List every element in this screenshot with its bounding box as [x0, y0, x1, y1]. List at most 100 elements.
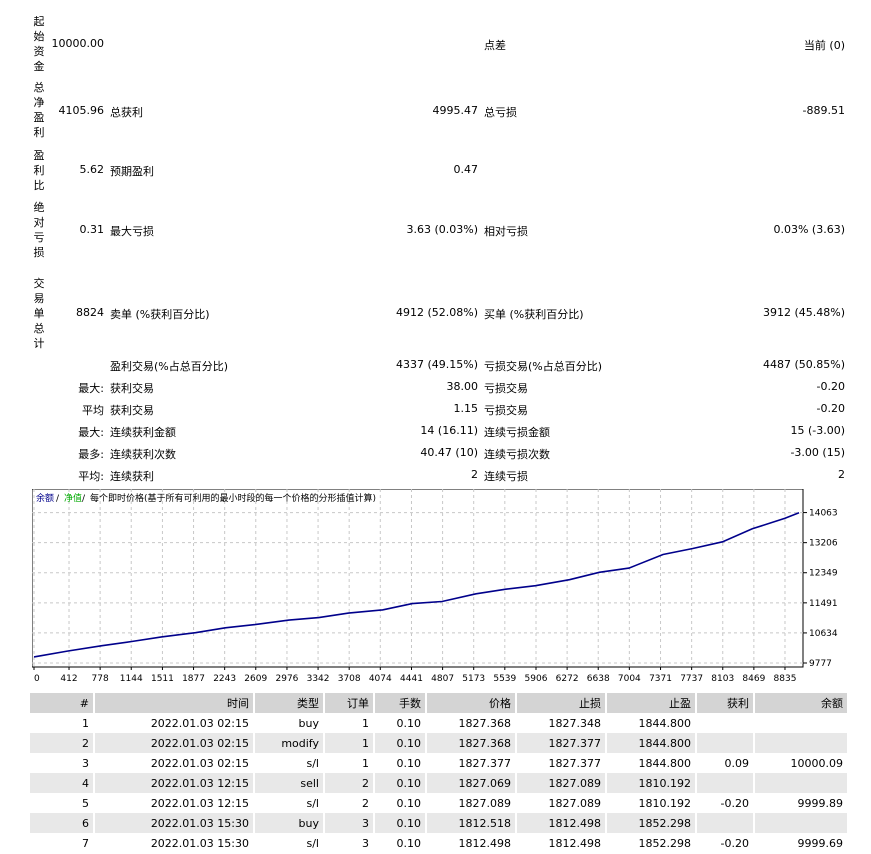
- table-cell: 1827.377: [516, 753, 607, 773]
- column-header[interactable]: 止损: [516, 693, 607, 713]
- y-tick-label: 12349: [809, 569, 838, 579]
- column-header[interactable]: 价格: [426, 693, 517, 713]
- y-tick-label: 14063: [809, 509, 838, 519]
- avg-consec-loss-label: 连续亏损: [484, 470, 528, 483]
- table-cell: 2022.01.03 12:15: [94, 793, 255, 813]
- table-cell: 1844.800: [606, 753, 697, 773]
- x-tick-label: 2976: [276, 674, 299, 684]
- table-cell: 2022.01.03 02:15: [94, 753, 255, 773]
- largest-loss-label: 亏损交易: [484, 382, 528, 395]
- x-tick-label: 778: [92, 674, 109, 684]
- long-positions-value: 3912 (45.48%): [762, 306, 845, 319]
- x-tick-label: 5539: [493, 674, 516, 684]
- max-consec-amount-prefix: 最大:: [78, 426, 104, 439]
- x-tick-label: 1511: [151, 674, 174, 684]
- legend-equity: 净值: [64, 492, 82, 504]
- x-tick-label: 412: [60, 674, 77, 684]
- table-cell: [754, 713, 849, 733]
- column-header[interactable]: 手数: [374, 693, 427, 713]
- column-header[interactable]: 止盈: [606, 693, 697, 713]
- gross-profit-label: 总获利: [110, 106, 143, 119]
- y-tick-label: 9777: [809, 659, 832, 669]
- y-tick-label: 11491: [809, 599, 838, 609]
- balance-chart-svg: 余额 / 净值 / 每个即时价格(基于所有可利用的最小时段的每一个价格的分形插值…: [31, 488, 838, 684]
- plot-area: [31, 488, 804, 668]
- max-consec-amount-profit-value: 14 (16.11): [420, 424, 478, 437]
- max-consec-count-profit-label: 连续获利次数: [110, 448, 176, 461]
- column-header[interactable]: 类型: [254, 693, 325, 713]
- average-loss-value: -0.20: [816, 402, 845, 415]
- table-row[interactable]: 4 2022.01.03 12:15 sell 2 0.10 1827.069 1827.0…: [30, 773, 849, 793]
- table-cell: 5: [30, 793, 95, 813]
- table-cell: [696, 733, 755, 753]
- x-tick-label: 4441: [400, 674, 423, 684]
- column-header[interactable]: 订单: [324, 693, 375, 713]
- table-row[interactable]: 7 2022.01.03 15:30 s/l 3 0.10 1812.498 1812.49…: [30, 833, 849, 853]
- x-tick-label: 7004: [618, 674, 641, 684]
- x-tick-label: 8103: [711, 674, 734, 684]
- profit-factor-value: 5.62: [79, 163, 105, 176]
- table-cell: [696, 813, 755, 833]
- x-tick-label: 8835: [774, 674, 797, 684]
- table-cell: 1827.368: [426, 733, 517, 753]
- x-tick-label: 5906: [525, 674, 548, 684]
- table-row[interactable]: 3 2022.01.03 02:15 s/l 1 0.10 1827.377 1827.37…: [30, 753, 849, 773]
- table-cell: 1827.089: [516, 793, 607, 813]
- column-header[interactable]: #: [30, 693, 95, 713]
- table-cell: 2: [30, 733, 95, 753]
- table-cell: [754, 733, 849, 753]
- max-consec-count-prefix: 最多:: [78, 448, 104, 461]
- x-tick-label: 0: [34, 674, 40, 684]
- table-cell: 1827.368: [426, 713, 517, 733]
- table-cell: 1844.800: [606, 733, 697, 753]
- table-cell: 2022.01.03 15:30: [94, 813, 255, 833]
- table-cell: 1: [324, 713, 375, 733]
- table-cell: [696, 713, 755, 733]
- average-loss-label: 亏损交易: [484, 404, 528, 417]
- table-cell: 1812.498: [426, 833, 517, 853]
- rel-drawdown-label: 相对亏损: [484, 225, 528, 238]
- table-row[interactable]: 6 2022.01.03 15:30 buy 3 0.10 1812.518 1812.49…: [30, 813, 849, 833]
- x-tick-label: 1877: [182, 674, 205, 684]
- expected-payoff-label: 预期盈利: [110, 165, 154, 178]
- table-cell: 3: [324, 813, 375, 833]
- table-cell: 2022.01.03 02:15: [94, 713, 255, 733]
- table-cell: [754, 813, 849, 833]
- column-header[interactable]: 余额: [754, 693, 849, 713]
- x-tick-label: 7371: [649, 674, 672, 684]
- column-header[interactable]: 时间: [94, 693, 255, 713]
- average-profit-value: 1.15: [453, 402, 479, 415]
- expected-payoff-value: 0.47: [453, 163, 479, 176]
- max-consec-count-loss-value: -3.00 (15): [790, 446, 845, 459]
- deals-table: # 时间 类型 订单 手数 价格 止损 止盈 获利 余额 1 2022.01.03 02:15 buy…: [30, 693, 849, 853]
- x-tick-label: 8469: [742, 674, 765, 684]
- table-cell: 2: [324, 773, 375, 793]
- table-cell: 2022.01.03 02:15: [94, 733, 255, 753]
- rel-drawdown-value: 0.03% (3.63): [773, 223, 845, 236]
- table-cell: 0.10: [374, 773, 427, 793]
- largest-loss-value: -0.20: [816, 380, 845, 393]
- table-cell: 2: [324, 793, 375, 813]
- table-cell: 0.10: [374, 833, 427, 853]
- table-cell: 6: [30, 813, 95, 833]
- x-tick-label: 2609: [244, 674, 267, 684]
- table-row[interactable]: 2 2022.01.03 02:15 modify 1 0.10 1827.368 1827…: [30, 733, 849, 753]
- table-cell: s/l: [254, 793, 325, 813]
- table-cell: sell: [254, 773, 325, 793]
- x-tick-label: 6638: [587, 674, 610, 684]
- x-tick-label: 3708: [338, 674, 361, 684]
- table-row[interactable]: 5 2022.01.03 12:15 s/l 2 0.10 1827.089 1827.08…: [30, 793, 849, 813]
- net-profit-value: 4105.96: [58, 104, 105, 117]
- table-cell: 1810.192: [606, 793, 697, 813]
- table-cell: modify: [254, 733, 325, 753]
- column-header[interactable]: 获利: [696, 693, 755, 713]
- short-positions-label: 卖单 (%获利百分比): [110, 308, 210, 321]
- table-cell: 1827.089: [426, 793, 517, 813]
- deals-header-row: # 时间 类型 订单 手数 价格 止损 止盈 获利 余额: [30, 693, 849, 713]
- table-cell: 9999.89: [754, 793, 849, 813]
- short-positions-value: 4912 (52.08%): [395, 306, 478, 319]
- table-cell: -0.20: [696, 833, 755, 853]
- table-row[interactable]: 1 2022.01.03 02:15 buy 1 0.10 1827.368 1827.34…: [30, 713, 849, 733]
- table-cell: -0.20: [696, 793, 755, 813]
- table-cell: [696, 773, 755, 793]
